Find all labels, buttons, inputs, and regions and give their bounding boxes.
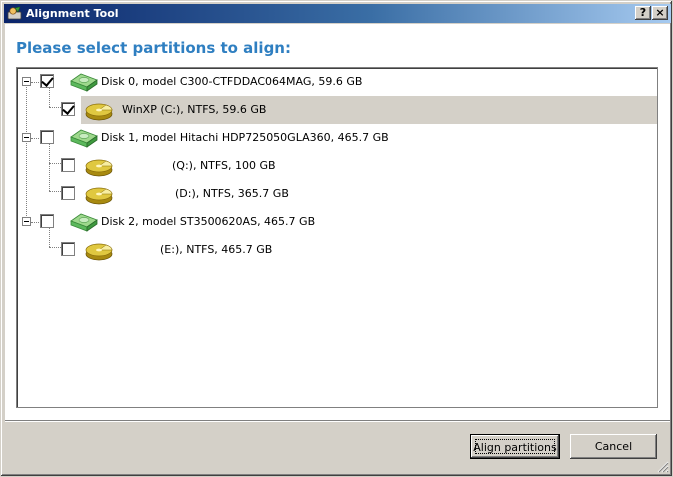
tree-row-disk-1[interactable]: Disk 1, model Hitachi HDP725050GLA360, 4…	[17, 124, 657, 152]
collapse-icon[interactable]	[22, 77, 31, 86]
partition-icon	[85, 159, 113, 177]
cancel-label: Cancel	[594, 440, 633, 453]
title-bar[interactable]: Alignment Tool ? ×	[4, 4, 671, 23]
tree-row-partition-c[interactable]: WinXP (C:), NTFS, 59.6 GB	[17, 96, 657, 124]
help-button[interactable]: ?	[635, 6, 651, 20]
hard-disk-icon	[70, 129, 98, 148]
disk-2-label: Disk 2, model ST3500620AS, 465.7 GB	[101, 215, 316, 228]
partition-d-checkbox[interactable]	[61, 186, 75, 200]
tree-row-partition-q[interactable]: (Q:), NTFS, 100 GB	[17, 152, 657, 180]
disk-0-checkbox[interactable]	[40, 74, 54, 88]
page-title: Please select partitions to align:	[16, 39, 291, 57]
disk-0-label: Disk 0, model C300-CTFDDAC064MAG, 59.6 G…	[101, 75, 363, 88]
dialog-content: Please select partitions to align: Disk …	[5, 24, 670, 420]
partition-c-checkbox[interactable]	[61, 102, 75, 116]
cancel-button[interactable]: Cancel	[570, 434, 657, 459]
partition-d-label: (D:), NTFS, 365.7 GB	[175, 187, 289, 200]
resize-grip-icon[interactable]	[657, 461, 669, 473]
footer-divider	[5, 420, 670, 422]
tree-row-disk-0[interactable]: Disk 0, model C300-CTFDDAC064MAG, 59.6 G…	[17, 68, 657, 96]
tree-row-partition-d[interactable]: (D:), NTFS, 365.7 GB	[17, 180, 657, 208]
partition-icon	[85, 243, 113, 261]
partition-icon	[85, 187, 113, 205]
partition-q-label: (Q:), NTFS, 100 GB	[172, 159, 276, 172]
disk-1-label: Disk 1, model Hitachi HDP725050GLA360, 4…	[101, 131, 389, 144]
partition-e-label: (E:), NTFS, 465.7 GB	[160, 243, 273, 256]
alignment-tool-icon	[7, 6, 22, 20]
align-partitions-label: Align partitions	[473, 441, 557, 454]
window-title: Alignment Tool	[26, 7, 119, 20]
collapse-icon[interactable]	[22, 133, 31, 142]
align-partitions-button[interactable]: Align partitions	[470, 434, 560, 459]
partition-e-checkbox[interactable]	[61, 242, 75, 256]
tree-row-partition-e[interactable]: (E:), NTFS, 465.7 GB	[17, 236, 657, 264]
disk-1-checkbox[interactable]	[40, 130, 54, 144]
hard-disk-icon	[70, 73, 98, 92]
partition-q-checkbox[interactable]	[61, 158, 75, 172]
disk-2-checkbox[interactable]	[40, 214, 54, 228]
collapse-icon[interactable]	[22, 217, 31, 226]
close-button[interactable]: ×	[652, 6, 668, 20]
alignment-tool-window: Alignment Tool ? × Please select partiti…	[0, 0, 673, 477]
partition-tree[interactable]: Disk 0, model C300-CTFDDAC064MAG, 59.6 G…	[16, 67, 658, 408]
tree-row-disk-2[interactable]: Disk 2, model ST3500620AS, 465.7 GB	[17, 208, 657, 236]
partition-c-label: WinXP (C:), NTFS, 59.6 GB	[122, 103, 267, 116]
partition-icon	[85, 103, 113, 121]
hard-disk-icon	[70, 213, 98, 232]
